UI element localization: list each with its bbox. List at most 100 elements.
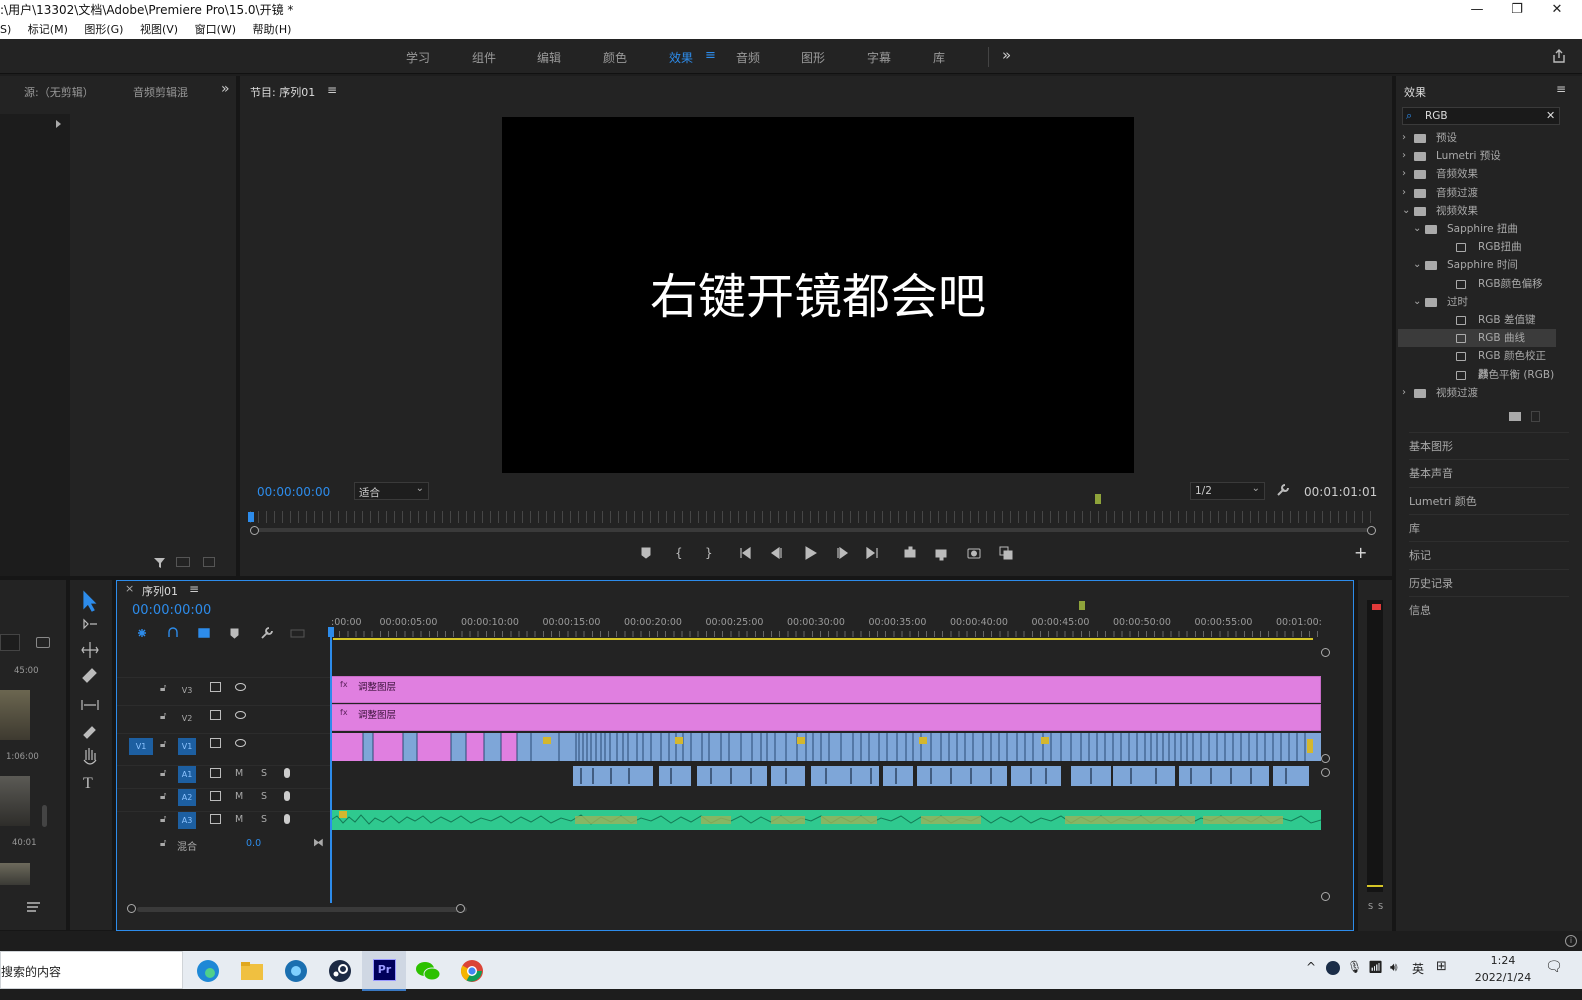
menu-item-window[interactable]: 窗口(W) xyxy=(195,23,236,36)
chevron-down-icon[interactable]: ⌄ xyxy=(1413,256,1421,274)
hand-tool-icon[interactable] xyxy=(76,740,106,760)
overwrite-icon[interactable] xyxy=(203,557,215,567)
program-monitor-title[interactable]: 节目: 序列01 xyxy=(250,84,315,100)
h-scroll-handle-left[interactable] xyxy=(127,904,136,913)
chevron-down-icon[interactable]: ⌄ xyxy=(1413,293,1421,311)
zoom-handle-right[interactable] xyxy=(1367,526,1376,535)
v1-clips[interactable] xyxy=(331,733,1321,761)
sync-lock-icon[interactable] xyxy=(210,710,221,720)
effects-tree-item[interactable]: 颜色平衡 (RGB) xyxy=(1398,366,1556,384)
work-area-bar[interactable] xyxy=(333,638,1313,640)
clip-thumbnail[interactable] xyxy=(0,690,30,740)
wifi-icon[interactable]: 📶︎ xyxy=(1368,960,1383,974)
sequence-tab[interactable]: 序列01 xyxy=(142,583,178,599)
track-select-tool-icon[interactable] xyxy=(76,616,106,636)
eye-icon[interactable] xyxy=(235,711,246,719)
playhead-marker[interactable] xyxy=(248,512,254,522)
info-icon[interactable]: i xyxy=(1565,935,1577,947)
premiere-taskbar-button[interactable]: Pr xyxy=(362,951,406,991)
clip-thumbnail[interactable] xyxy=(0,776,30,826)
project-search-field[interactable] xyxy=(0,634,20,651)
menu-item-edit-partial[interactable]: S) xyxy=(0,23,11,36)
chevron-right-icon[interactable]: › xyxy=(1402,384,1406,402)
a3-clips[interactable] xyxy=(331,808,1321,832)
tray-overflow-icon[interactable]: ^ xyxy=(1306,960,1316,974)
sync-lock-icon[interactable] xyxy=(210,738,221,748)
timeline-h-scrollbar[interactable] xyxy=(137,907,467,912)
linked-selection-icon[interactable] xyxy=(195,626,211,640)
solo-button[interactable]: S xyxy=(261,791,267,802)
search-input[interactable]: RGB xyxy=(1425,110,1448,122)
resolution-select[interactable]: 1/2 ⌄ xyxy=(1190,482,1265,500)
ripple-edit-tool-icon[interactable] xyxy=(76,640,106,660)
new-bin-icon[interactable] xyxy=(1509,412,1521,421)
sequence-menu-icon[interactable]: ≡ xyxy=(189,582,199,596)
steam-tray-icon[interactable] xyxy=(1326,961,1340,975)
workspace-tab-editing[interactable]: 编辑 xyxy=(537,49,561,66)
effects-tree-item[interactable]: ⌄ Sapphire 时间 xyxy=(1398,256,1556,274)
sync-lock-icon[interactable] xyxy=(210,814,221,824)
playhead-timecode[interactable]: 00:00:00:00 xyxy=(257,485,330,499)
track-target-v3[interactable]: V3 xyxy=(178,682,196,699)
effects-tree-item[interactable]: RGB 颜色校正器 xyxy=(1398,347,1556,380)
effects-tree-item[interactable]: RGB扭曲 xyxy=(1398,238,1556,256)
snap-icon[interactable] xyxy=(165,626,181,640)
effects-tree-item[interactable]: RGB 差值键 xyxy=(1398,311,1556,329)
v-scroll-handle-mid[interactable] xyxy=(1321,754,1330,763)
chevron-down-icon[interactable]: ⌄ xyxy=(1413,220,1421,238)
effects-tree-item[interactable]: RGB 曲线 xyxy=(1398,329,1556,348)
track-target-a3[interactable]: A3 xyxy=(178,812,196,829)
slip-tool-icon[interactable] xyxy=(76,690,106,710)
add-marker-icon[interactable] xyxy=(227,626,243,640)
chevron-right-icon[interactable]: › xyxy=(1402,184,1406,202)
program-menu-icon[interactable]: ≡ xyxy=(327,83,337,97)
effects-tree-item[interactable]: › Lumetri 预设 xyxy=(1398,147,1556,165)
close-button[interactable]: ✕ xyxy=(1540,0,1574,20)
solo-button[interactable]: S xyxy=(261,768,267,779)
playhead-handle[interactable] xyxy=(328,627,334,637)
bin-scrollbar[interactable] xyxy=(42,805,47,827)
mix-end-icon[interactable]: ⧓ xyxy=(313,836,324,849)
track-target-a2[interactable]: A2 xyxy=(178,789,196,806)
track-target-v2[interactable]: V2 xyxy=(178,710,196,727)
menu-item-help[interactable]: 帮助(H) xyxy=(253,23,292,36)
effects-menu-icon[interactable]: ≡ xyxy=(1556,82,1566,96)
timeline-timecode[interactable]: 00:00:00:00 xyxy=(132,603,211,618)
lock-icon[interactable]: 🔓︎ xyxy=(160,739,166,750)
sync-lock-icon[interactable] xyxy=(210,768,221,778)
captions-icon[interactable] xyxy=(289,626,305,640)
effects-tree-item[interactable]: ⌄ 视频效果 xyxy=(1398,202,1556,220)
expand-arrow-icon[interactable] xyxy=(56,120,61,128)
wrench-icon[interactable] xyxy=(1276,483,1290,497)
list-view-icon[interactable] xyxy=(27,902,41,913)
app-icon-blue[interactable] xyxy=(274,951,318,991)
file-explorer-icon[interactable] xyxy=(230,951,274,991)
microphone-icon[interactable]: 🎙︎ xyxy=(1347,960,1362,974)
timeline-ruler[interactable]: :00:00 00:00:05:00 00:00:10:00 00:00:15:00 0… xyxy=(331,611,1331,637)
effects-section-6[interactable]: 信息 xyxy=(1409,595,1569,623)
zoom-handle-left[interactable] xyxy=(250,526,259,535)
share-icon[interactable] xyxy=(1552,49,1566,63)
zoom-scrollbar[interactable] xyxy=(255,528,1371,532)
menu-item-graphics[interactable]: 图形(G) xyxy=(84,23,123,36)
pen-tool-icon[interactable] xyxy=(76,715,106,735)
edge-icon[interactable] xyxy=(186,951,230,991)
a1-clips[interactable] xyxy=(331,764,1321,788)
marker-icon[interactable] xyxy=(1095,494,1101,504)
filter-icon[interactable] xyxy=(154,557,166,569)
effects-tree-item[interactable]: ⌄ 过时 xyxy=(1398,293,1556,311)
workspace-tab-captions[interactable]: 字幕 xyxy=(867,49,891,66)
effects-tree-item[interactable]: RGB颜色偏移 xyxy=(1398,275,1556,293)
close-sequence-icon[interactable]: × xyxy=(125,582,134,595)
lock-icon[interactable]: 🔓︎ xyxy=(160,838,166,849)
workspace-tab-assembly[interactable]: 组件 xyxy=(472,49,496,66)
volume-icon[interactable]: 🔊︎ xyxy=(1390,960,1398,975)
insert-icon[interactable] xyxy=(176,557,190,567)
eye-icon[interactable] xyxy=(235,683,246,691)
notification-center-icon[interactable]: 🗨︎ xyxy=(1545,959,1563,975)
mute-button[interactable]: M xyxy=(235,791,243,802)
monitor-ruler[interactable] xyxy=(250,511,1377,523)
effects-tree-item[interactable]: › 音频过渡 xyxy=(1398,184,1556,202)
playhead[interactable] xyxy=(330,627,332,903)
minimize-button[interactable]: — xyxy=(1460,0,1494,20)
